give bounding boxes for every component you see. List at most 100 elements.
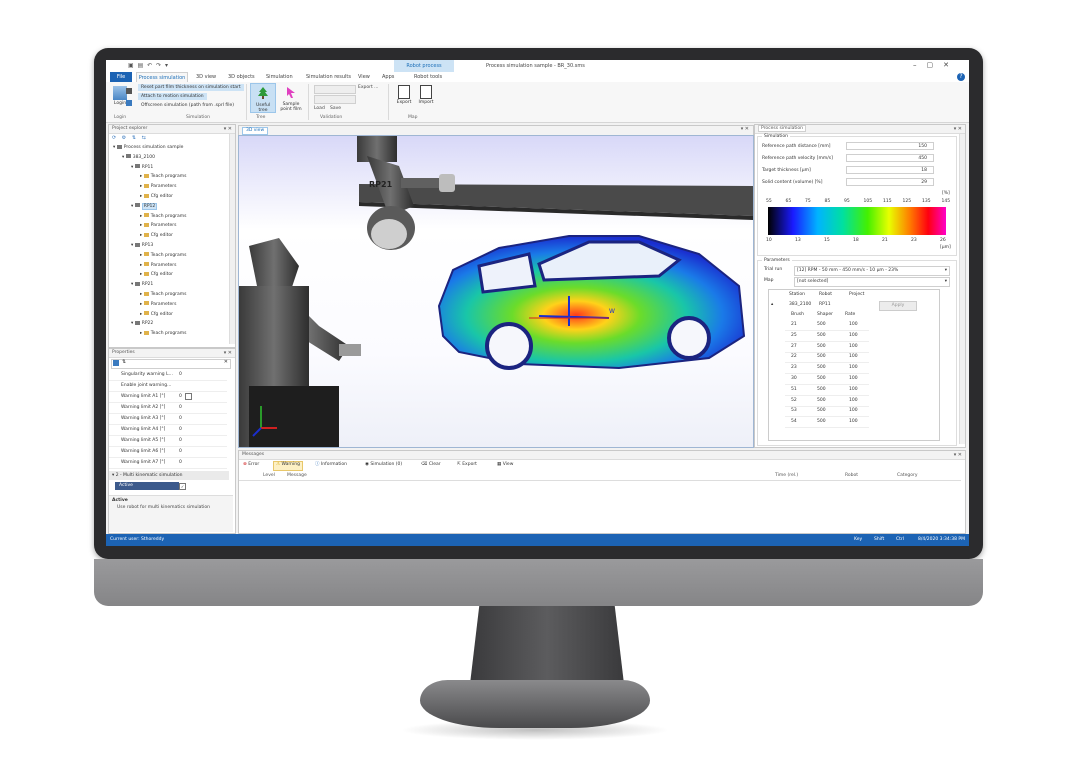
property-value[interactable]: 0 [179, 435, 182, 446]
tab-file[interactable]: File [110, 72, 132, 82]
table-cell[interactable]: 500 [817, 385, 826, 395]
table-cell[interactable]: 27 [791, 342, 797, 352]
table-cell[interactable]: 23 [791, 363, 797, 373]
close-icon[interactable]: ▾ ✕ [224, 349, 232, 357]
property-value[interactable]: 0 [179, 402, 182, 413]
help-icon[interactable]: ? [957, 73, 965, 81]
tree-node[interactable]: ▸ Parameters [140, 221, 176, 230]
property-value[interactable]: 0 [179, 369, 182, 380]
property-value[interactable]: 0 [179, 424, 182, 435]
tree-node[interactable]: ▾ RP11 [131, 163, 153, 172]
logout-icon[interactable] [126, 88, 132, 94]
table-cell[interactable]: 53 [791, 406, 797, 416]
tree-node[interactable]: ▾ Process simulation sample [113, 143, 183, 152]
3d-viewport[interactable]: RP21 W [238, 135, 754, 448]
export-button[interactable]: Export [392, 83, 416, 111]
col-time[interactable]: Time (rel.) [775, 471, 798, 480]
tab-robot-tools[interactable]: Robot tools [414, 72, 442, 82]
context-tab-robot-process[interactable]: Robot process [394, 60, 454, 72]
table-cell[interactable]: 100 [849, 406, 858, 416]
map-select[interactable]: [not selected] ▾ [794, 277, 950, 287]
tree-node[interactable]: ▾ RP13 [131, 241, 153, 250]
tree-node[interactable]: ▸ Parameters [140, 182, 176, 191]
window-controls[interactable]: –▢✕ [913, 61, 959, 69]
tab-simulation[interactable]: Simulation [266, 72, 293, 82]
validation-input-2[interactable] [314, 95, 356, 104]
tree-node[interactable]: ▸ Parameters [140, 300, 176, 309]
table-cell[interactable]: 30 [791, 374, 797, 384]
table-cell[interactable]: 22 [791, 352, 797, 362]
view-button[interactable]: ▦ View [495, 461, 515, 469]
user-icon[interactable] [126, 100, 132, 106]
table-cell[interactable]: 500 [817, 396, 826, 406]
table-cell[interactable]: 100 [849, 363, 858, 373]
tree-node[interactable]: ▾ 383_2100 [122, 153, 155, 162]
menu-reset-film-thickness[interactable]: Reset part film thickness on simulation … [138, 84, 244, 91]
trial-run-select[interactable]: [12] RPM - 50 mm - 450 mm/s - 10 µm - 23… [794, 266, 950, 276]
table-cell[interactable]: 25 [791, 331, 797, 341]
tab-3d-view-doc[interactable]: 3D view [242, 127, 269, 135]
tab-apps[interactable]: Apps [382, 72, 394, 82]
apply-button[interactable]: Apply [879, 301, 917, 311]
sim-field-spinner[interactable]: 150 [846, 142, 934, 150]
property-row[interactable]: Warning limit A7 [°] 0 [109, 457, 227, 469]
quick-access-toolbar[interactable]: ▣ ▤ ↶ ↷ ▾ [128, 62, 169, 69]
tree-node[interactable]: ▸ Cfg editor [140, 192, 173, 201]
table-cell[interactable]: 500 [817, 374, 826, 384]
tree-node[interactable]: ▸ Cfg editor [140, 231, 173, 240]
table-cell[interactable]: 100 [849, 320, 858, 330]
tree-node[interactable]: ▸ Parameters [140, 261, 176, 270]
table-cell[interactable]: 100 [849, 396, 858, 406]
tree-node[interactable]: ▸ Teach programs [140, 290, 187, 299]
import-button[interactable]: Import [414, 83, 438, 111]
tree-node[interactable]: ▸ Teach programs [140, 329, 187, 338]
tree-node[interactable]: ▾ RP22 [131, 319, 153, 328]
table-cell[interactable]: 100 [849, 342, 858, 352]
tab-view[interactable]: View [358, 72, 370, 82]
menu-offscreen-simulation[interactable]: Offscreen simulation (path from .sprl fi… [138, 102, 237, 109]
tree-node[interactable]: ▾ RP12 [131, 202, 158, 211]
simulation-filter-button[interactable]: ◉ Simulation (0) [363, 461, 404, 469]
export-messages-button[interactable]: ⇱ Export [455, 461, 479, 469]
table-cell[interactable]: 51 [791, 385, 797, 395]
table-cell[interactable]: 500 [817, 320, 826, 330]
properties-search[interactable]: ⇅ ✕ [111, 359, 231, 369]
tree-node[interactable]: ▾ RP21 [131, 280, 153, 289]
process-simulation-tab[interactable]: Process simulation [758, 125, 806, 132]
export-dropdown[interactable]: Export ... [358, 85, 378, 90]
menu-attach-motion-simulation[interactable]: Attach to motion simulation [138, 93, 207, 100]
save-button[interactable]: Save [330, 106, 341, 111]
table-cell[interactable]: 500 [817, 417, 826, 427]
table-cell[interactable]: 100 [849, 352, 858, 362]
table-cell[interactable]: 500 [817, 342, 826, 352]
property-value[interactable]: 0 [179, 446, 182, 457]
close-icon[interactable]: ▾ ✕ [954, 125, 962, 133]
col-robot[interactable]: Robot [845, 471, 858, 480]
information-filter-button[interactable]: ⓘ Information [313, 461, 349, 469]
table-cell[interactable]: 100 [849, 374, 858, 384]
error-filter-button[interactable]: ⊗ Error [241, 461, 261, 469]
tab-simulation-results[interactable]: Simulation results [306, 72, 351, 82]
tab-3d-objects[interactable]: 3D objects [228, 72, 255, 82]
categorized-icon[interactable] [113, 360, 119, 366]
table-cell[interactable]: 100 [849, 417, 858, 427]
enable-joint-warning-checkbox[interactable] [185, 393, 192, 400]
tree-node[interactable]: ▸ Cfg editor [140, 270, 173, 279]
explorer-toolbar[interactable]: ⟳ ⚙ ⇅ ⇆ [112, 135, 148, 141]
table-cell[interactable]: 21 [791, 320, 797, 330]
table-cell[interactable]: 500 [817, 352, 826, 362]
useful-tree-button[interactable]: Useful tree [250, 83, 276, 113]
property-value[interactable]: 0 [179, 413, 182, 424]
load-button[interactable]: Load [314, 106, 325, 111]
close-icon[interactable]: ▾ ✕ [741, 126, 749, 132]
tree-scrollbar[interactable] [229, 134, 235, 344]
sim-field-spinner[interactable]: 18 [846, 166, 934, 174]
table-cell[interactable]: 500 [817, 363, 826, 373]
validation-input[interactable] [314, 85, 356, 94]
sim-field-spinner[interactable]: 450 [846, 154, 934, 162]
property-value[interactable]: 0 [179, 457, 182, 468]
table-cell[interactable]: 54 [791, 417, 797, 427]
property-value[interactable]: 0 [179, 391, 182, 402]
tree-node[interactable]: ▸ Cfg editor [140, 310, 173, 319]
sort-alpha-icon[interactable]: ⇅ [122, 359, 126, 365]
